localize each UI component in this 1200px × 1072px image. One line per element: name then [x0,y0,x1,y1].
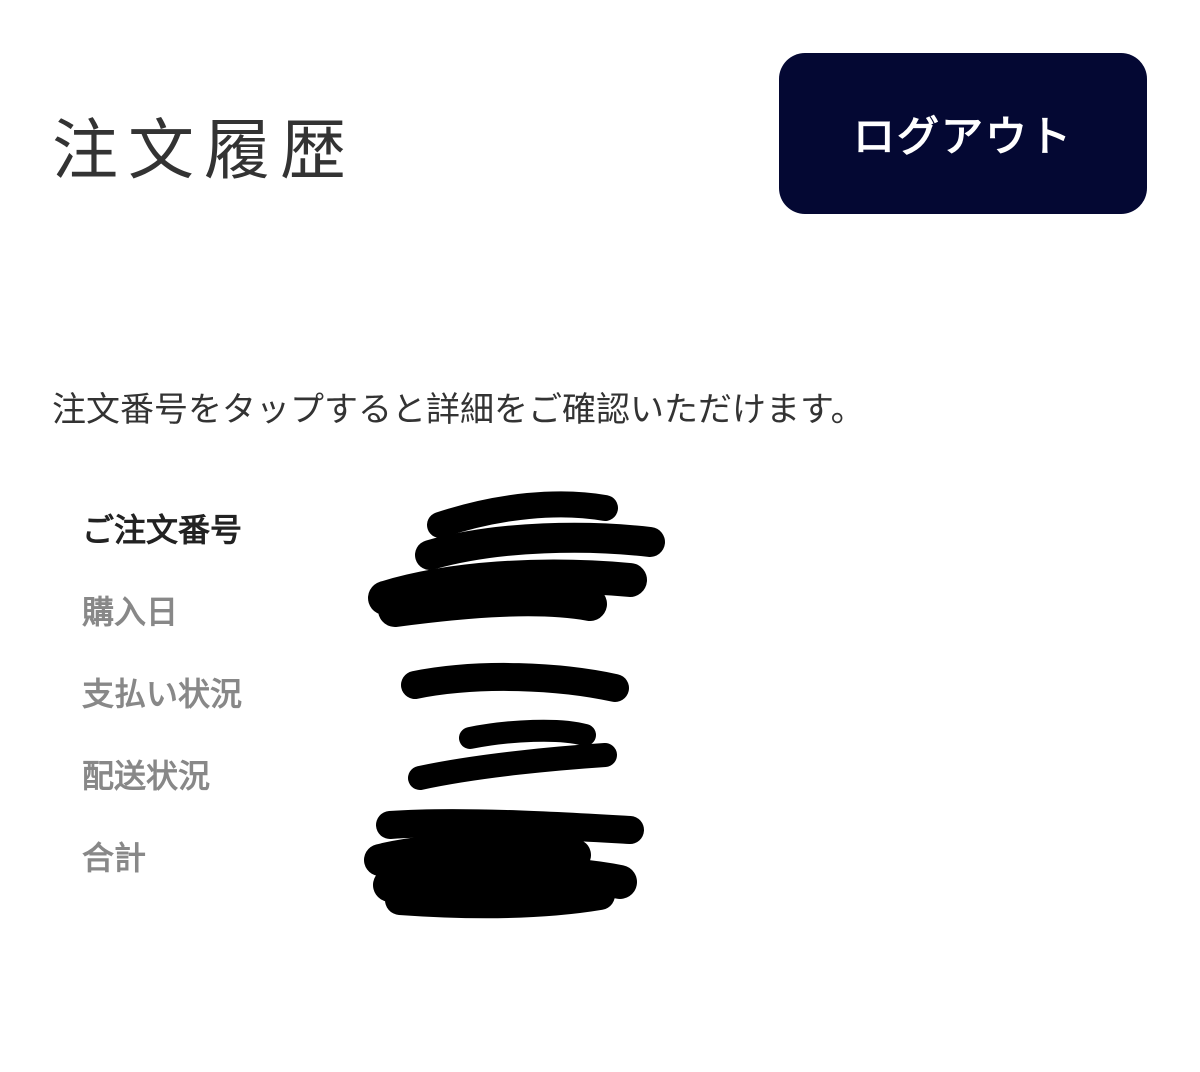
purchase-date-label: 購入日 [82,593,179,631]
purchase-date-row: 購入日 [82,582,782,664]
order-number-row[interactable]: ご注文番号 [82,500,782,582]
total-label: 合計 [82,839,147,877]
payment-status-row: 支払い状況 [82,664,782,746]
instruction-text: 注文番号をタップすると詳細をご確認いただけます。 [52,390,865,430]
delivery-status-row: 配送状況 [82,746,782,828]
total-row: 合計 [82,828,782,910]
order-summary: ご注文番号 購入日 支払い状況 配送状況 合計 [82,500,782,910]
logout-button[interactable]: ログアウト [779,53,1147,214]
payment-status-label: 支払い状況 [82,675,243,713]
order-number-label: ご注文番号 [82,511,243,549]
delivery-status-label: 配送状況 [82,757,211,795]
page-title: 注文履歴 [52,112,356,189]
